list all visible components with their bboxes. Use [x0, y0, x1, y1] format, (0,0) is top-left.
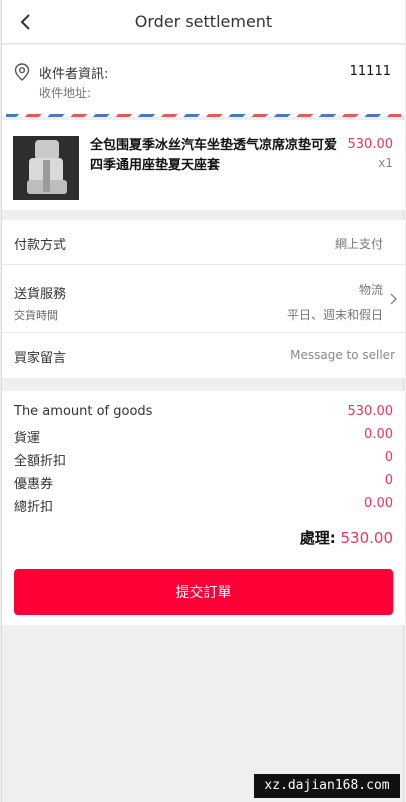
payment-method-row[interactable]: 付款方式 網上支付 — [2, 220, 405, 265]
product-thumbnail — [13, 136, 79, 200]
goods-item: 全包围夏季冰丝汽车坐垫透气凉席凉垫可爱四季通用座垫夏天座套 530.00 x1 — [2, 120, 405, 210]
chevron-right-icon — [390, 293, 397, 305]
payment-method-value: 網上支付 — [334, 237, 383, 251]
buyer-message-row: 買家留言 — [2, 333, 405, 378]
page-title: Order settlement — [134, 12, 273, 31]
summary-section: The amount of goods 530.00 貨運 0.00 全額折扣 … — [2, 391, 405, 625]
summary-row-full-discount: 全額折扣 0 — [14, 450, 393, 470]
envelope-stripe — [6, 114, 401, 117]
summary-label: 優惠券 — [14, 477, 54, 492]
payment-method-label: 付款方式 — [14, 238, 67, 253]
summary-row-coupon: 優惠券 0 — [14, 473, 393, 493]
total-value: 530.00 — [340, 529, 394, 547]
recipient-info-label: 收件者資訊: — [39, 67, 109, 82]
summary-value: 530.00 — [347, 404, 394, 419]
summary-row-goods-amount: The amount of goods 530.00 — [14, 404, 393, 424]
summary-value: 0.00 — [364, 427, 393, 442]
product-quantity: x1 — [378, 156, 393, 170]
summary-value: 0 — [384, 450, 393, 465]
delivery-time-label: 交貨時間 — [14, 309, 58, 322]
summary-label: 全額折扣 — [14, 454, 67, 469]
delivery-service-row[interactable]: 送貨服務 物流 交貨時間 平日、週末和假日 — [2, 265, 405, 333]
submit-order-button[interactable]: 提交訂單 — [14, 569, 393, 615]
location-pin-icon — [14, 63, 30, 85]
total-label: 處理: — [299, 529, 336, 547]
app-frame: Order settlement 收件者資訊: 11111 收件地址: 全包围夏… — [1, 0, 405, 802]
product-name: 全包围夏季冰丝汽车坐垫透气凉席凉垫可爱四季通用座垫夏天座套 — [90, 138, 338, 173]
buyer-message-label: 買家留言 — [14, 351, 67, 366]
order-total: 處理: 530.00 — [300, 527, 393, 548]
summary-label: 貨運 — [14, 431, 41, 446]
product-price: 530.00 — [347, 137, 394, 152]
summary-label: 總折扣 — [14, 500, 54, 515]
watermark: xz.dajian168.com — [254, 774, 400, 798]
summary-row-freight: 貨運 0.00 — [14, 427, 393, 447]
summary-row-total-discount: 總折扣 0.00 — [14, 496, 393, 516]
summary-value: 0.00 — [364, 496, 393, 511]
address-section[interactable]: 收件者資訊: 11111 收件地址: — [2, 45, 405, 117]
delivery-service-label: 送貨服務 — [14, 287, 67, 302]
summary-value: 0 — [384, 473, 393, 488]
recipient-address-label: 收件地址: — [39, 86, 92, 100]
delivery-service-value: 物流 — [358, 283, 383, 297]
recipient-phone: 11111 — [349, 64, 391, 79]
delivery-time-value: 平日、週末和假日 — [286, 308, 383, 322]
summary-label: The amount of goods — [14, 404, 153, 419]
header: Order settlement — [2, 0, 405, 44]
order-options: 付款方式 網上支付 送貨服務 物流 交貨時間 平日、週末和假日 買家留言 — [2, 220, 405, 378]
buyer-message-input[interactable] — [265, 344, 395, 366]
